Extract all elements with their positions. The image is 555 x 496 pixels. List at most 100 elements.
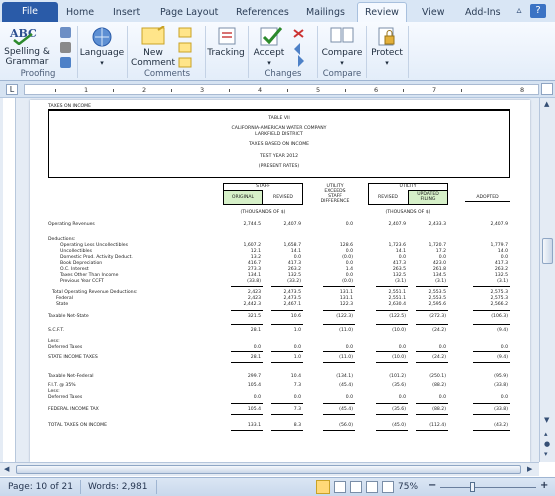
tracking-icon[interactable] [217,26,239,46]
table-cell: 416.7 [247,261,261,266]
tab-insert[interactable]: Insert [113,4,140,22]
table-cell: 134.5 [432,273,446,278]
next-page-icon[interactable]: ▾ [544,450,548,458]
ruler-number: 4 [258,86,263,94]
tracking-label[interactable]: Tracking [206,48,246,58]
tab-review[interactable]: Review [357,2,407,23]
document-area[interactable]: TAXES ON INCOME TABLE VII CALIFORNIA-AME… [0,98,539,462]
vertical-scroll-thumb[interactable] [542,238,553,264]
tab-selector[interactable]: L [6,84,18,95]
tab-references[interactable]: References [236,4,289,22]
table-cell: 14.0 [497,249,508,254]
table-cell: 0.0 [345,261,353,266]
vertical-scrollbar[interactable]: ▲ ▼ ▴ ● ▾ [539,98,555,462]
scroll-down-icon[interactable]: ▼ [544,416,549,424]
tab-view[interactable]: View [422,4,445,22]
zoom-slider-thumb[interactable] [470,482,475,492]
group-separator [408,26,409,78]
tab-add-ins[interactable]: Add-Ins [465,4,501,22]
comments-small-icons[interactable] [178,27,194,69]
chevron-down-icon[interactable]: ▾ [250,58,288,68]
accept-icon[interactable] [258,25,284,47]
table-cell: 0.0 [345,249,353,254]
table-cell: 0.0 [345,345,353,350]
tab-home[interactable]: Home [66,4,94,22]
zoom-out-icon[interactable]: − [428,480,436,491]
table-row-label: Previous Year CCFT [60,279,104,284]
total-rule [271,324,303,325]
outline-icon[interactable] [366,481,378,493]
compare-icon[interactable] [330,26,354,46]
web-layout-icon[interactable] [350,481,362,493]
total-rule [271,310,303,311]
tab-file[interactable]: File [2,2,58,22]
table-cell: 0.0 [500,345,508,350]
scroll-left-icon[interactable]: ◀ [4,465,9,473]
total-rule [323,351,355,352]
chevron-down-icon[interactable]: ▾ [79,58,125,68]
chevron-down-icon[interactable]: ▾ [320,58,364,68]
minimize-ribbon-icon[interactable]: ▵ [512,4,526,18]
language-icon[interactable] [91,26,113,48]
proofing-small-icons[interactable] [58,27,74,69]
staff-header: STAFF [256,184,270,189]
total-rule [323,286,355,287]
table-cell: 2,473.5 [283,290,301,295]
vertical-ruler[interactable] [3,98,16,462]
tab-mailings[interactable]: Mailings [306,4,345,22]
table-cell: (10.0) [392,328,406,333]
language-label[interactable]: Language [79,48,125,58]
spelling-grammar-icon[interactable]: ABC [8,25,40,45]
total-rule [271,414,303,415]
table-cell: (122.3) [336,314,353,319]
changes-small-icons[interactable] [291,27,309,69]
table-cell: 2,433.3 [428,222,446,227]
table-cell: 261.8 [432,267,446,272]
thousands-label-utility: (THOUSANDS OF $) [385,210,431,215]
new-comment-icon[interactable] [140,26,166,48]
scroll-right-icon[interactable]: ▶ [527,465,532,473]
ruler-tick [55,89,56,92]
page-count[interactable]: Page: 10 of 21 [8,482,73,492]
zoom-level[interactable]: 75% [398,482,418,492]
compare-label[interactable]: Compare [320,48,364,58]
select-browse-object-icon[interactable]: ● [544,440,550,448]
tab-page-layout[interactable]: Page Layout [160,4,218,22]
table-cell: 1,779.7 [490,243,508,248]
accept-label[interactable]: Accept [250,48,288,58]
table-cell: 321.5 [247,314,261,319]
table-row-label: S.C.F.T. [48,328,65,333]
table-cell: 14.1 [290,249,301,254]
spelling-label-2: Grammar [5,57,49,67]
previous-page-icon[interactable]: ▴ [544,430,548,438]
view-ruler-icon[interactable] [541,83,553,95]
total-rule [271,286,303,287]
horizontal-scrollbar[interactable]: ◀ ▶ [0,462,539,476]
total-rule [376,403,408,404]
table-cell: 7.3 [293,383,301,388]
document-page[interactable]: TAXES ON INCOME TABLE VII CALIFORNIA-AME… [30,100,530,462]
horizontal-scroll-thumb[interactable] [16,465,521,474]
print-layout-icon[interactable] [316,480,330,494]
table-row-label: TOTAL TAXES ON INCOME [48,423,108,428]
scroll-up-icon[interactable]: ▲ [544,100,549,108]
chevron-down-icon[interactable]: ▾ [368,58,406,68]
protect-label[interactable]: Protect [368,48,406,58]
table-cell: (33.8) [247,279,261,284]
total-rule [473,324,510,325]
table-cell: (11.0) [339,328,353,333]
full-screen-reading-icon[interactable] [334,481,346,493]
table-cell: 0.0 [293,345,301,350]
protect-icon[interactable] [376,26,398,48]
zoom-slider-track[interactable] [440,487,536,488]
help-icon[interactable]: ? [530,4,546,18]
total-rule [473,310,510,311]
table-row-label: Total Operating Revenue Deductions: [52,290,138,295]
draft-icon[interactable] [382,481,394,493]
table-cell: 13.2 [250,255,261,260]
horizontal-ruler[interactable]: 1 2 3 4 5 6 7 8 [24,84,539,95]
zoom-in-icon[interactable]: + [540,480,548,491]
ruler-tick [403,89,404,92]
ruler-number: 7 [432,86,437,94]
word-count[interactable]: Words: 2,981 [88,482,147,492]
